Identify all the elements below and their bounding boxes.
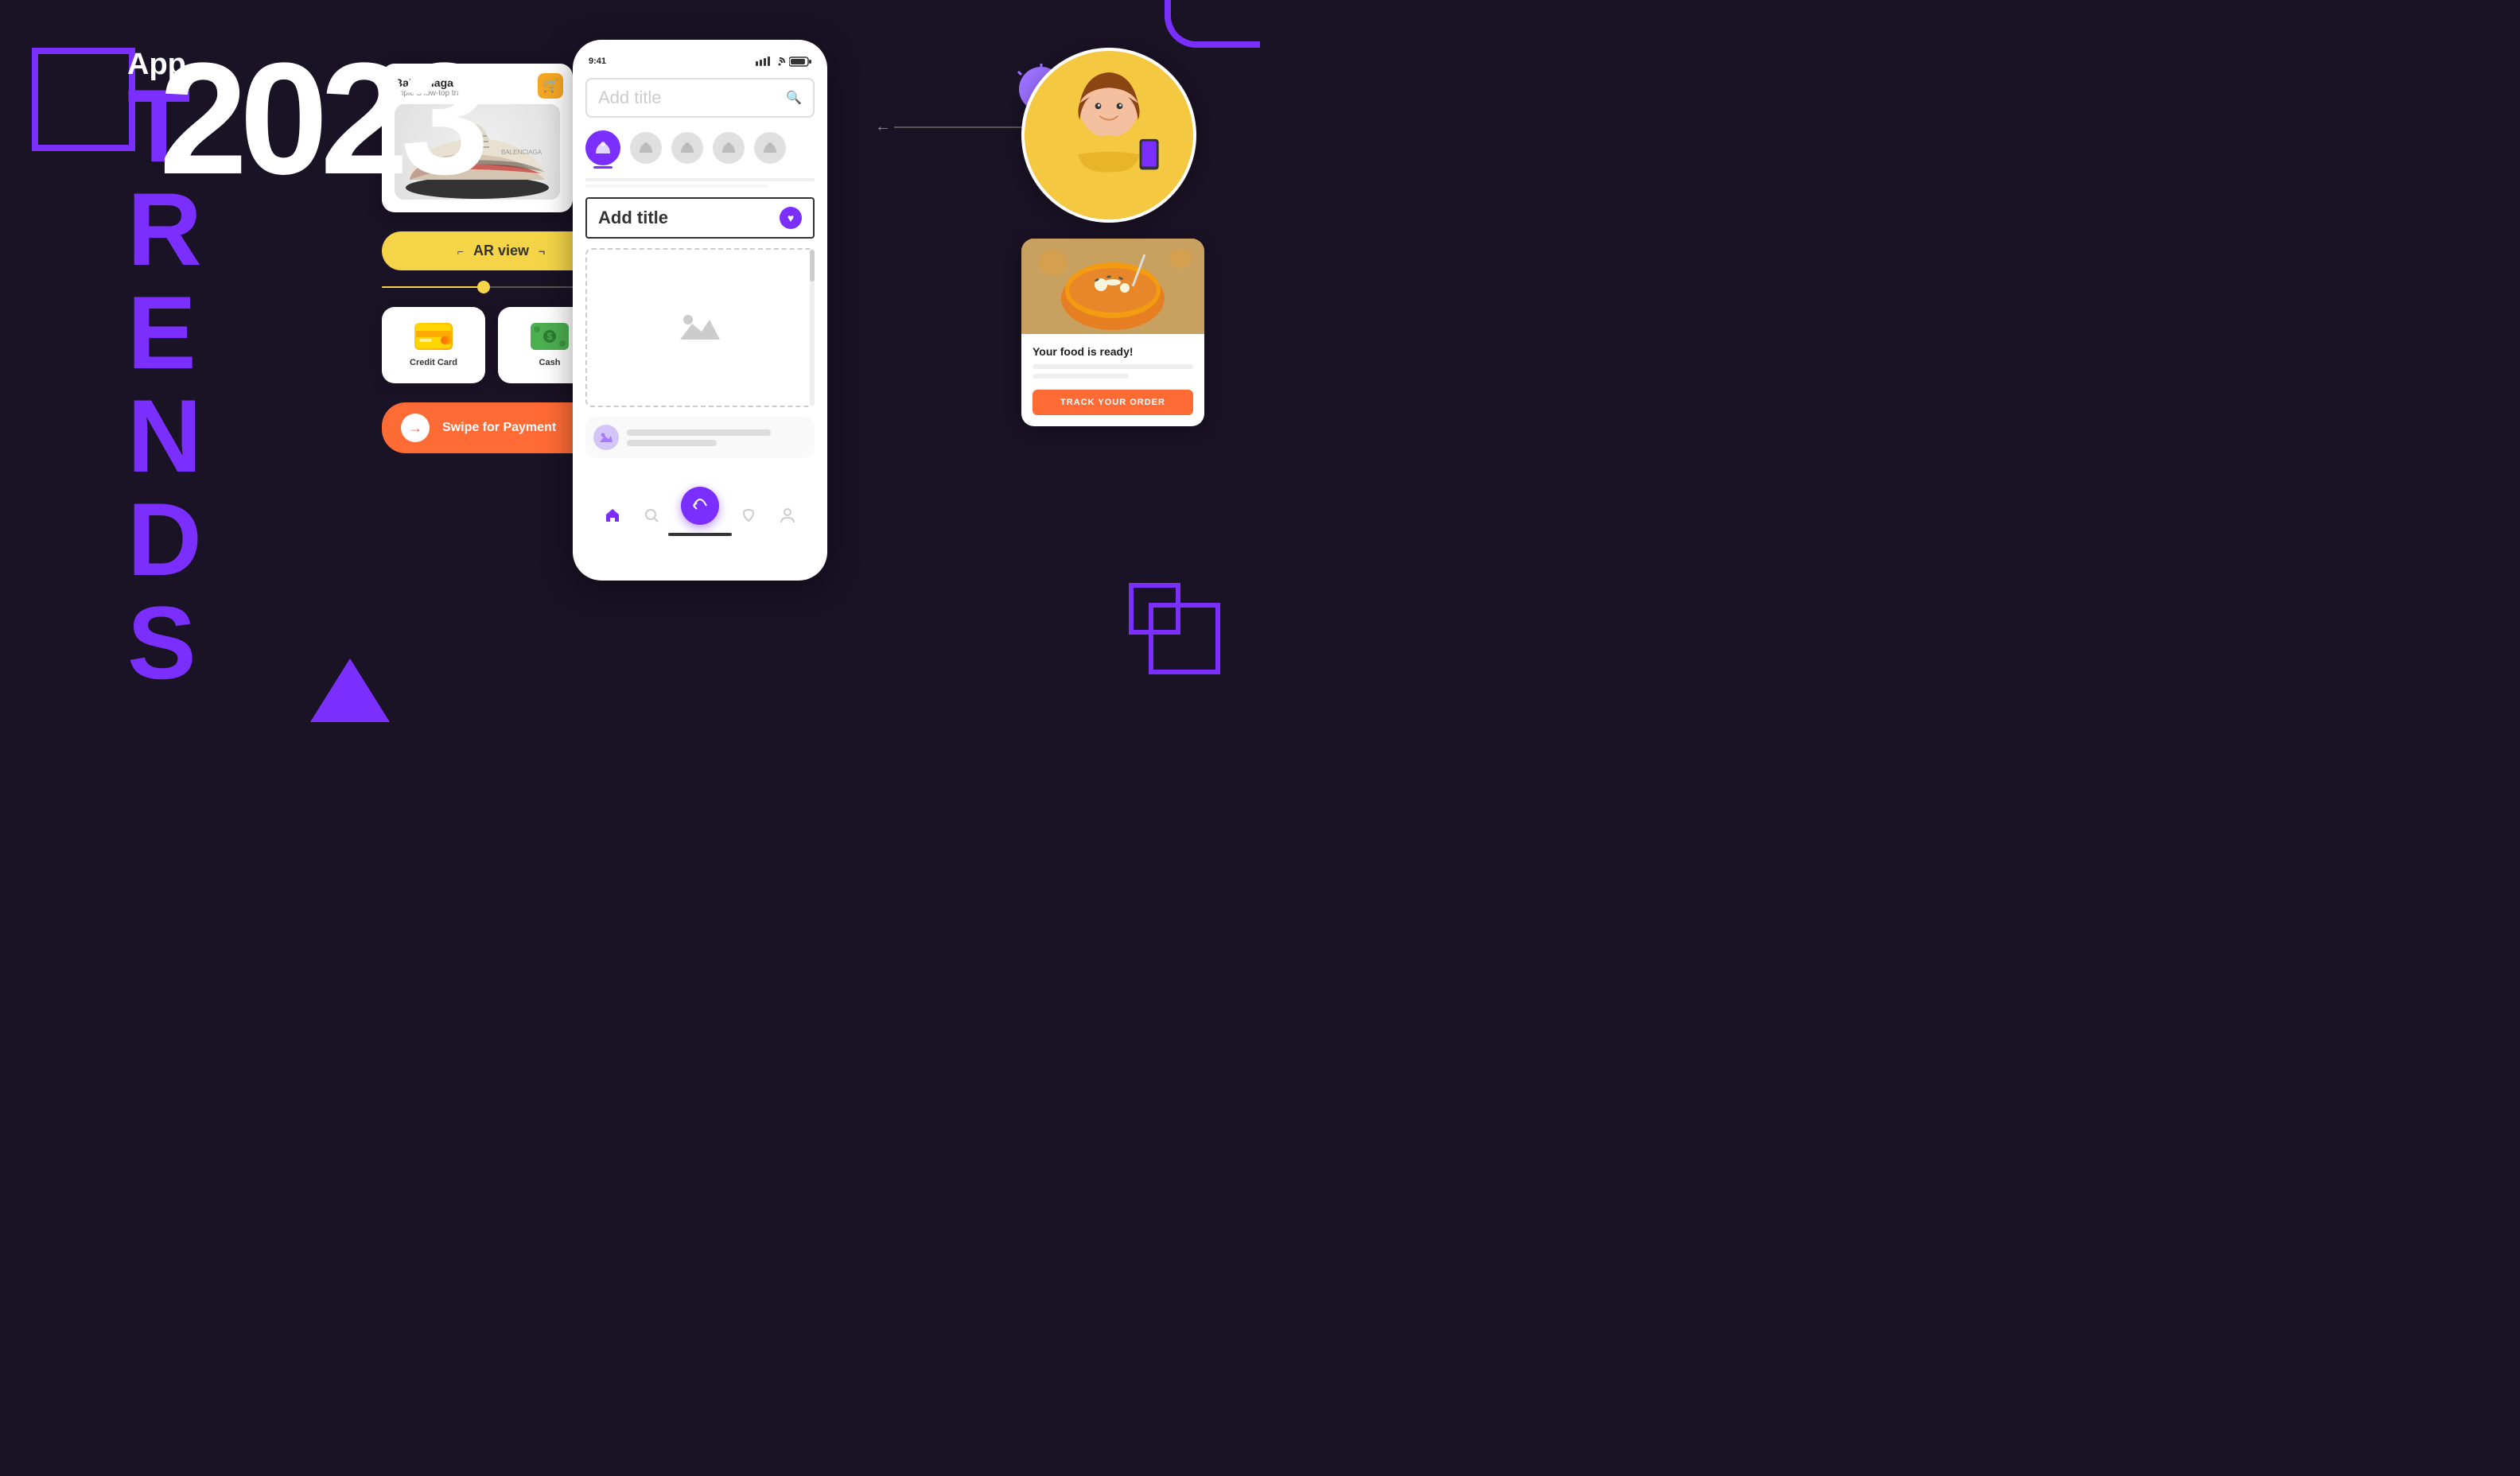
product-icon-button[interactable]: 🛒: [538, 73, 563, 99]
title-placeholder: Add title ♥: [585, 197, 815, 239]
letter-d: D: [127, 487, 406, 591]
avatar-inactive-3[interactable]: [713, 132, 745, 164]
status-icons: [756, 56, 811, 67]
letter-e: E: [127, 281, 406, 384]
content-row: [585, 417, 815, 458]
credit-card-label: Credit Card: [410, 358, 457, 367]
search-bar[interactable]: Add title 🔍: [585, 78, 815, 118]
svg-text:$: $: [547, 331, 553, 342]
avatar-row: [585, 130, 815, 165]
phone-container: 9:41 Add title 🔍: [573, 40, 827, 581]
slider-fill: [382, 286, 482, 288]
content-line-1: [627, 429, 771, 436]
search-icon[interactable]: 🔍: [786, 90, 802, 106]
content-thumbnail: [593, 425, 619, 450]
food-card: Your food is ready! TRACK YOUR ORDER: [1021, 239, 1204, 426]
content-lines: [627, 429, 807, 446]
status-time: 9:41: [589, 56, 606, 66]
nav-favorites[interactable]: [740, 507, 757, 524]
wireframe-image-box: [585, 248, 815, 407]
nav-home[interactable]: [604, 507, 621, 524]
deco-rect-2: [1129, 583, 1180, 635]
letter-n: N: [127, 384, 406, 487]
right-section: Your food is ready! TRACK YOUR ORDER: [1021, 48, 1212, 426]
divider-line-2: [585, 184, 768, 188]
arrow-line-decoration: ←: [875, 118, 1037, 136]
divider-line-1: [585, 178, 815, 181]
slider-thumb[interactable]: [477, 281, 490, 293]
bg-corner-top-right: [1165, 0, 1260, 48]
bg-square-top-left: [32, 48, 135, 151]
food-image: [1021, 239, 1204, 334]
food-line-2: [1032, 374, 1129, 379]
avatar-inactive-2[interactable]: [671, 132, 703, 164]
svg-text:BALENCIAGA: BALENCIAGA: [501, 149, 542, 156]
cash-icon: $: [531, 323, 569, 350]
slider-container: →: [382, 286, 605, 288]
nav-profile[interactable]: [779, 507, 796, 524]
ar-btn-label: AR view: [473, 243, 529, 259]
home-indicator: [668, 533, 732, 536]
fab-button[interactable]: [681, 487, 719, 525]
food-line-1: [1032, 364, 1193, 369]
swipe-payment-button[interactable]: → Swipe for Payment: [382, 402, 605, 453]
food-content: Your food is ready! TRACK YOUR ORDER: [1021, 334, 1204, 426]
avatar-inactive-1[interactable]: [630, 132, 662, 164]
credit-card-icon: [414, 323, 453, 350]
person-card: [1021, 48, 1196, 223]
credit-card-option[interactable]: Credit Card: [382, 307, 485, 383]
food-title: Your food is ready!: [1032, 345, 1193, 358]
heart-icon[interactable]: ♥: [780, 207, 802, 229]
letter-s: S: [127, 591, 406, 694]
content-line-2: [627, 440, 717, 446]
swipe-arrow-icon: →: [401, 414, 430, 442]
swipe-label: Swipe for Payment: [442, 421, 556, 435]
nav-search[interactable]: [643, 507, 660, 524]
status-bar: 9:41: [585, 56, 815, 67]
cash-label: Cash: [539, 358, 561, 367]
track-order-button[interactable]: TRACK YOUR ORDER: [1032, 390, 1193, 415]
avatar-inactive-4[interactable]: [754, 132, 786, 164]
search-placeholder: Add title: [598, 87, 662, 108]
slider-track[interactable]: [382, 286, 605, 288]
year-text: 2023: [159, 40, 481, 199]
bottom-nav: [585, 506, 815, 525]
avatar-active[interactable]: [585, 130, 620, 165]
title-placeholder-text: Add title: [598, 208, 668, 228]
scroll-indicator: [810, 250, 815, 406]
